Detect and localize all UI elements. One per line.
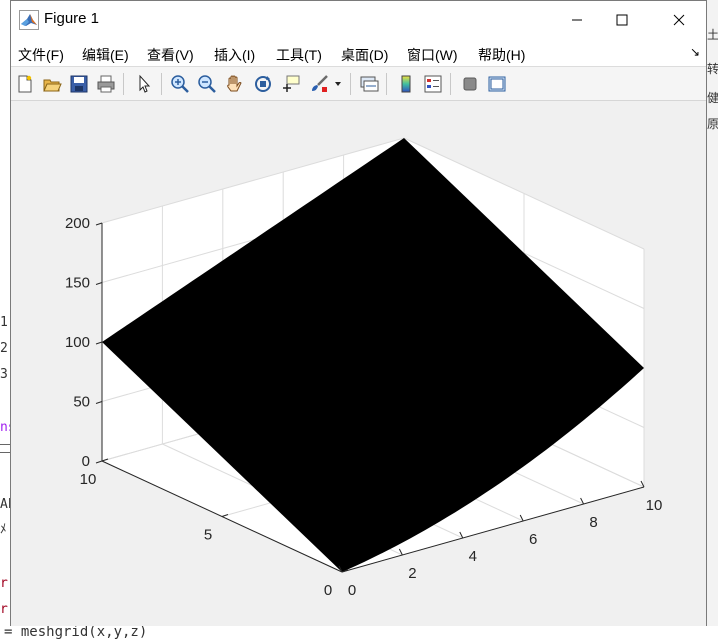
bg-divider (0, 452, 10, 453)
menu-insert[interactable]: 插入(I) (214, 45, 255, 65)
brush-icon (312, 75, 328, 92)
save-icon (70, 75, 88, 93)
legend-icon (424, 75, 442, 93)
bg-code-fragment: r (0, 576, 8, 591)
bg-right-fragment: 土 (707, 28, 718, 42)
toolbar-separator (386, 73, 387, 95)
menu-bar: 文件(F) 编辑(E) 查看(V) 插入(I) 工具(T) 桌面(D) 窗口(W… (11, 39, 706, 67)
bg-line-number: 1 (0, 315, 8, 330)
print-icon (97, 75, 115, 93)
toolbar-separator (350, 73, 351, 95)
brush-dropdown-button[interactable] (332, 72, 344, 96)
x-tick-label: 10 (646, 497, 663, 514)
show-plot-tools-icon (488, 76, 506, 92)
bg-right-fragment: 原 (707, 117, 718, 131)
z-tick-mark (95, 222, 103, 226)
link-plot-button[interactable] (357, 72, 381, 96)
y-tick-label: 5 (204, 527, 212, 544)
zoom-in-button[interactable] (168, 72, 192, 96)
maximize-button[interactable] (597, 1, 647, 39)
close-button[interactable] (654, 1, 704, 39)
surface-chart[interactable]: 02468100510050100150200 (11, 101, 708, 626)
close-icon (673, 14, 685, 26)
open-file-button[interactable] (40, 72, 64, 96)
x-tick-label: 0 (348, 582, 356, 599)
hide-plot-tools-icon (463, 77, 477, 91)
menu-overflow-icon[interactable]: ↘ (690, 45, 700, 59)
z-tick-label: 50 (73, 394, 90, 411)
new-figure-icon (18, 75, 32, 93)
figure-toolbar (11, 67, 706, 101)
save-button[interactable] (67, 72, 91, 96)
plot-area: 0 2 4 6 8 10 0 5 10 0 50 100 150 200 (11, 101, 706, 626)
minimize-icon (572, 19, 582, 21)
y-tick-label: 10 (80, 471, 97, 488)
brush-button[interactable] (307, 72, 331, 96)
rotate-3d-icon (255, 76, 271, 92)
title-bar[interactable]: Figure 1 (11, 1, 706, 39)
zoom-out-button[interactable] (195, 72, 219, 96)
matlab-logo-icon (19, 10, 39, 30)
rotate-3d-button[interactable] (251, 72, 275, 96)
z-tick-mark (95, 401, 103, 404)
menu-view[interactable]: 查看(V) (147, 45, 194, 65)
menu-desktop[interactable]: 桌面(D) (341, 45, 388, 65)
bg-line-number: 3 (0, 367, 8, 382)
z-tick-label: 150 (65, 275, 90, 292)
bg-right-fragment: 健 (707, 91, 718, 105)
y-tick-label: 0 (324, 582, 332, 599)
menu-file[interactable]: 文件(F) (18, 45, 64, 65)
z-tick-label: 100 (65, 334, 90, 351)
pan-button[interactable] (222, 72, 246, 96)
link-plot-icon (360, 76, 379, 92)
data-cursor-icon (283, 75, 300, 92)
select-arrow-icon (139, 74, 151, 93)
new-figure-button[interactable] (13, 72, 37, 96)
x-tick-label: 6 (529, 531, 537, 548)
colorbar-button[interactable] (394, 72, 418, 96)
bg-code-fragment: r (0, 602, 8, 617)
chevron-down-icon (335, 82, 341, 86)
z-tick-mark (95, 282, 103, 285)
z-tick-label: 200 (65, 215, 90, 232)
window-title: Figure 1 (44, 10, 100, 27)
menu-window[interactable]: 窗口(W) (407, 45, 458, 65)
x-tick-label: 4 (469, 548, 477, 565)
data-cursor-button[interactable] (279, 72, 303, 96)
minimize-button[interactable] (552, 1, 602, 39)
z-tick-mark (95, 341, 103, 345)
menu-help[interactable]: 帮助(H) (478, 45, 525, 65)
toolbar-separator (161, 73, 162, 95)
x-tick-label: 8 (589, 514, 597, 531)
x-tick-label: 2 (408, 565, 416, 582)
maximize-icon (616, 14, 628, 26)
select-button[interactable] (132, 72, 156, 96)
z-tick-mark (95, 460, 103, 464)
bg-line-number: 2 (0, 341, 8, 356)
z-tick-label: 0 (82, 453, 90, 470)
print-button[interactable] (94, 72, 118, 96)
show-plot-tools-button[interactable] (485, 72, 509, 96)
legend-button[interactable] (421, 72, 445, 96)
bg-right-fragment: 转 (707, 62, 718, 76)
hide-plot-tools-button[interactable] (458, 72, 482, 96)
open-icon (43, 79, 62, 92)
zoom-out-icon (198, 75, 216, 93)
bg-code-meshgrid: = meshgrid(x,y,z) (4, 624, 148, 640)
toolbar-separator (123, 73, 124, 95)
pan-hand-icon (227, 75, 242, 92)
menu-tools[interactable]: 工具(T) (276, 45, 322, 65)
toolbar-separator (450, 73, 451, 95)
figure-window: Figure 1 文件(F) 编辑(E) 查看(V) 插入(I) 工具(T) 桌… (10, 0, 707, 626)
bg-code-fragment: ﾒ (0, 522, 7, 537)
menu-edit[interactable]: 编辑(E) (82, 45, 129, 65)
colorbar-icon (401, 75, 411, 93)
zoom-in-icon (171, 75, 189, 93)
bg-divider (0, 444, 10, 445)
